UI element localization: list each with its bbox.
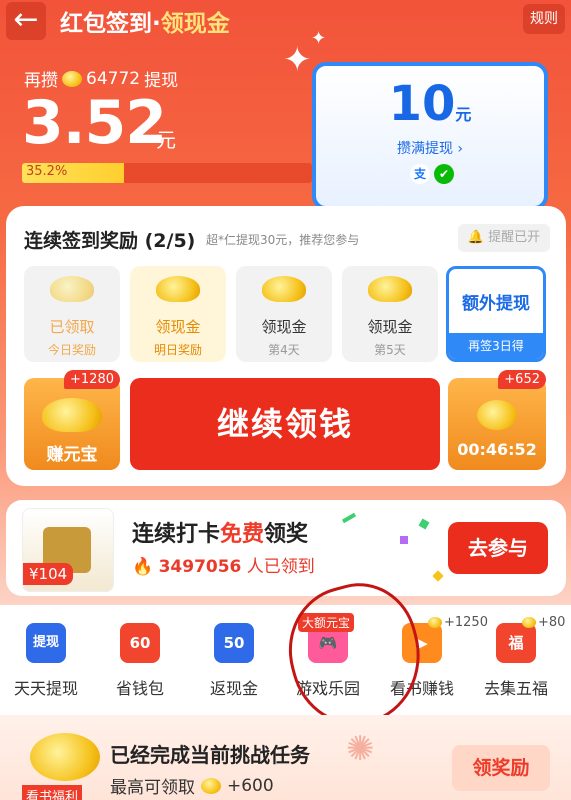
checkin-count: 🔥 3497056 人已领到 (132, 552, 315, 577)
alipay-icon: 支 (410, 164, 430, 184)
title-highlight: 领现金 (160, 11, 230, 37)
sparkle-small-icon: ✦ (311, 28, 327, 49)
payment-icons: 支 ✔ (410, 164, 454, 184)
confetti (400, 536, 408, 544)
signin-title: 连续签到奖励 (2/5) (24, 230, 196, 252)
kettle-product-image: ¥104 (22, 508, 114, 592)
day-card-4[interactable]: 领现金 第5天 (342, 266, 438, 362)
shortcut-label: 省钱包 (115, 679, 164, 698)
challenge-title: 已经完成当前挑战任务 (110, 743, 310, 767)
back-arrow-icon: ← (13, 2, 39, 37)
ingot-icon (368, 276, 412, 302)
ingot-icon (42, 398, 102, 432)
day-sub: 今日奖励 (47, 343, 96, 357)
challenge-banner[interactable]: 看书福利 已经完成当前挑战任务 最高可领取 +600 ✺ 领奖励 (0, 715, 571, 800)
progress-text: 35.2% (26, 164, 68, 179)
reward-label: 最高可领取 (110, 778, 195, 798)
checkin-title-free: 免费 (220, 522, 265, 547)
countdown-timer: 00:46:52 (457, 440, 537, 459)
day-card-3[interactable]: 领现金 第4天 (236, 266, 332, 362)
day-sub: 明日奖励 (153, 343, 202, 357)
back-button[interactable]: ← (6, 2, 46, 40)
day-card-1[interactable]: 已领取 今日奖励 (24, 266, 120, 362)
reminder-toggle[interactable]: 🔔 提醒已开 (458, 224, 550, 252)
confetti (432, 570, 444, 582)
timer-badge: +652 (498, 370, 546, 389)
day-label: 领现金 (367, 318, 413, 336)
calendar-withdraw-icon: 提现 (26, 623, 66, 663)
join-button[interactable]: 去参与 (448, 522, 548, 574)
fire-icon: 🔥 (132, 557, 154, 577)
shortcut-label: 天天提现 (13, 679, 78, 698)
coin-icon (522, 617, 536, 628)
challenge-reward: 最高可领取 +600 (110, 773, 274, 799)
ingot-icon (30, 733, 100, 781)
wallet-60-icon: 60 (120, 623, 160, 663)
confetti (418, 518, 430, 530)
confetti (341, 512, 357, 524)
day-label: 已领取 (49, 318, 95, 336)
shortcut-five-blessings[interactable]: +80 福 去集五福 (470, 615, 565, 699)
reminder-label: 提醒已开 (488, 230, 541, 245)
count-number: 3497056 (158, 557, 242, 577)
day-sub: 第4天 (268, 343, 300, 357)
balance-unit: 元 (156, 128, 176, 152)
withdraw-amount-value: 10 (388, 76, 456, 132)
day-card-2[interactable]: 领现金 明日奖励 (130, 266, 226, 362)
bell-icon: 🔔 (467, 230, 485, 245)
extra-sub: 再签3日得 (449, 333, 543, 359)
coin-icon (201, 777, 221, 794)
reading-bonus-tag: 看书福利 (22, 785, 83, 800)
page-title: 红包签到·领现金 (60, 4, 230, 38)
reward-coins: +600 (227, 775, 274, 796)
checkin-title-a: 连续打卡 (132, 522, 221, 547)
need-coins: 64772 (86, 68, 141, 89)
shortcut-label: 返现金 (209, 679, 258, 698)
count-suffix: 人已领到 (241, 557, 315, 577)
day-sub: 第5天 (374, 343, 406, 357)
timer-reward-button[interactable]: +652 00:46:52 (448, 370, 546, 470)
day-label: 领现金 (261, 318, 307, 336)
wechat-pay-icon: ✔ (434, 164, 454, 184)
signin-subtitle: 超*仁提现30元，推荐您参与 (206, 233, 360, 247)
earn-label: 赚元宝 (46, 445, 98, 465)
continue-earning-button[interactable]: 继续领钱 (130, 378, 440, 470)
signin-card: 连续签到奖励 (2/5) 超*仁提现30元，推荐您参与 🔔 提醒已开 已领取 今… (6, 206, 566, 486)
extra-label: 额外提现 (462, 294, 530, 314)
extra-withdraw-card[interactable]: 额外提现 再签3日得 (446, 266, 546, 362)
checkin-title: 连续打卡免费领奖 (132, 516, 308, 548)
coin-tag: +80 (522, 615, 565, 630)
ingot-icon (262, 276, 306, 302)
coin-icon (428, 617, 442, 628)
balance-amount: 3.52 (22, 88, 167, 158)
earn-badge: +1280 (64, 370, 120, 389)
sparkle-icon: ✦ (283, 40, 312, 80)
ingot-icon (156, 276, 200, 302)
rules-button[interactable]: 规则 (523, 4, 565, 34)
checkin-promo[interactable]: ¥104 连续打卡免费领奖 🔥 3497056 人已领到 去参与 (6, 500, 566, 596)
day-label: 领现金 (155, 318, 201, 336)
shortcut-label: 去集五福 (483, 679, 548, 698)
coin-icon (62, 70, 82, 87)
withdraw-unit: 元 (455, 105, 472, 124)
withdraw-sub: 攒满提现 › (396, 141, 464, 157)
withdraw-10-card[interactable]: 10元 攒满提现 › 支 ✔ (312, 62, 548, 210)
claim-reward-button[interactable]: 领奖励 (452, 745, 550, 791)
coin-tag-value: +80 (538, 615, 566, 630)
product-price: ¥104 (23, 563, 74, 585)
withdraw-progress-bar: 35.2% (22, 163, 312, 183)
earn-ingot-button[interactable]: +1280 赚元宝 (24, 370, 120, 470)
checkin-title-b: 领奖 (264, 522, 309, 547)
golden-egg-icon (477, 400, 517, 430)
shortcut-icon-row: 提现 天天提现 60 省钱包 50 返现金 大额元宝 🎮 游戏乐园 +1250 … (0, 605, 571, 715)
shortcut-daily-withdraw[interactable]: 提现 天天提现 (0, 623, 92, 699)
withdraw-amount: 10元 (316, 76, 544, 132)
firework-icon: ✺ (346, 729, 375, 769)
cashback-50-icon: 50 (214, 623, 254, 663)
shortcut-cashback[interactable]: 50 返现金 (188, 623, 280, 699)
shortcut-save-wallet[interactable]: 60 省钱包 (94, 623, 186, 699)
title-main: 红包签到· (60, 11, 161, 37)
ingot-icon (50, 276, 94, 302)
